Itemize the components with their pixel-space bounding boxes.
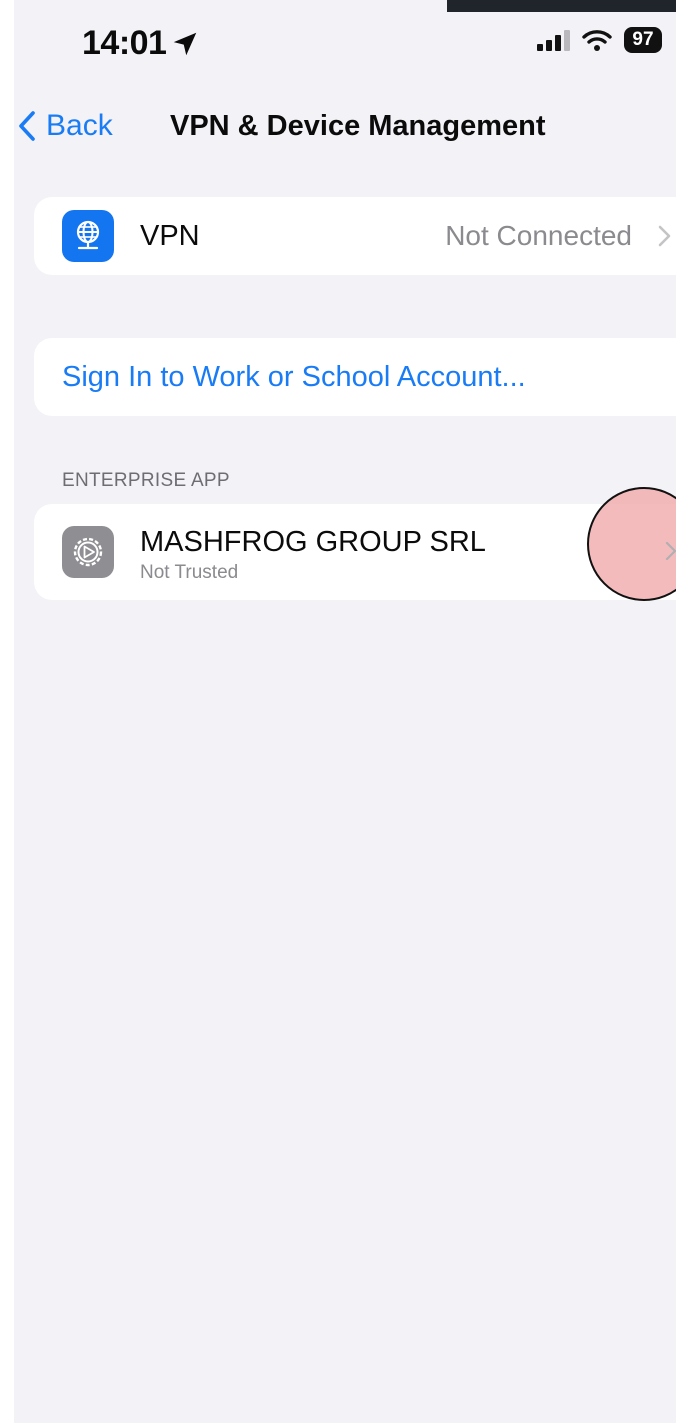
sign-in-row[interactable]: Sign In to Work or School Account... — [34, 338, 676, 416]
settings-gear-icon — [62, 526, 114, 578]
navigation-bar: Back VPN & Device Management — [14, 100, 676, 152]
battery-level: 97 — [632, 29, 654, 50]
back-label: Back — [46, 109, 113, 142]
chevron-right-icon[interactable] — [665, 541, 676, 561]
sign-in-link[interactable]: Sign In to Work or School Account... — [62, 361, 526, 394]
dark-overlay-block — [447, 0, 676, 12]
page-title: VPN & Device Management — [170, 109, 546, 142]
chevron-left-icon — [19, 111, 35, 141]
status-time: 14:01 — [82, 24, 200, 63]
enterprise-app-title: MASHFROG GROUP SRL — [140, 526, 486, 558]
location-arrow-icon — [174, 32, 197, 55]
enterprise-app-row[interactable]: MASHFROG GROUP SRL Not Trusted — [34, 504, 676, 600]
wifi-icon — [582, 30, 612, 51]
status-time-text: 14:01 — [82, 24, 167, 62]
vpn-status: Not Connected — [445, 220, 632, 251]
enterprise-app-status: Not Trusted — [140, 562, 239, 583]
battery-icon: 97 — [624, 27, 662, 53]
cellular-signal-icon — [537, 29, 570, 51]
vpn-label: VPN — [140, 219, 200, 252]
back-button[interactable]: Back — [18, 100, 113, 152]
section-header-enterprise-app: ENTERPRISE APP — [62, 470, 230, 491]
status-right: 97 — [537, 27, 662, 53]
settings-screen: 14:01 97 Back VPN & Device Management VP… — [14, 0, 676, 1423]
chevron-right-icon — [658, 225, 671, 247]
vpn-globe-icon — [62, 210, 114, 262]
vpn-row[interactable]: VPN Not Connected — [34, 197, 676, 275]
